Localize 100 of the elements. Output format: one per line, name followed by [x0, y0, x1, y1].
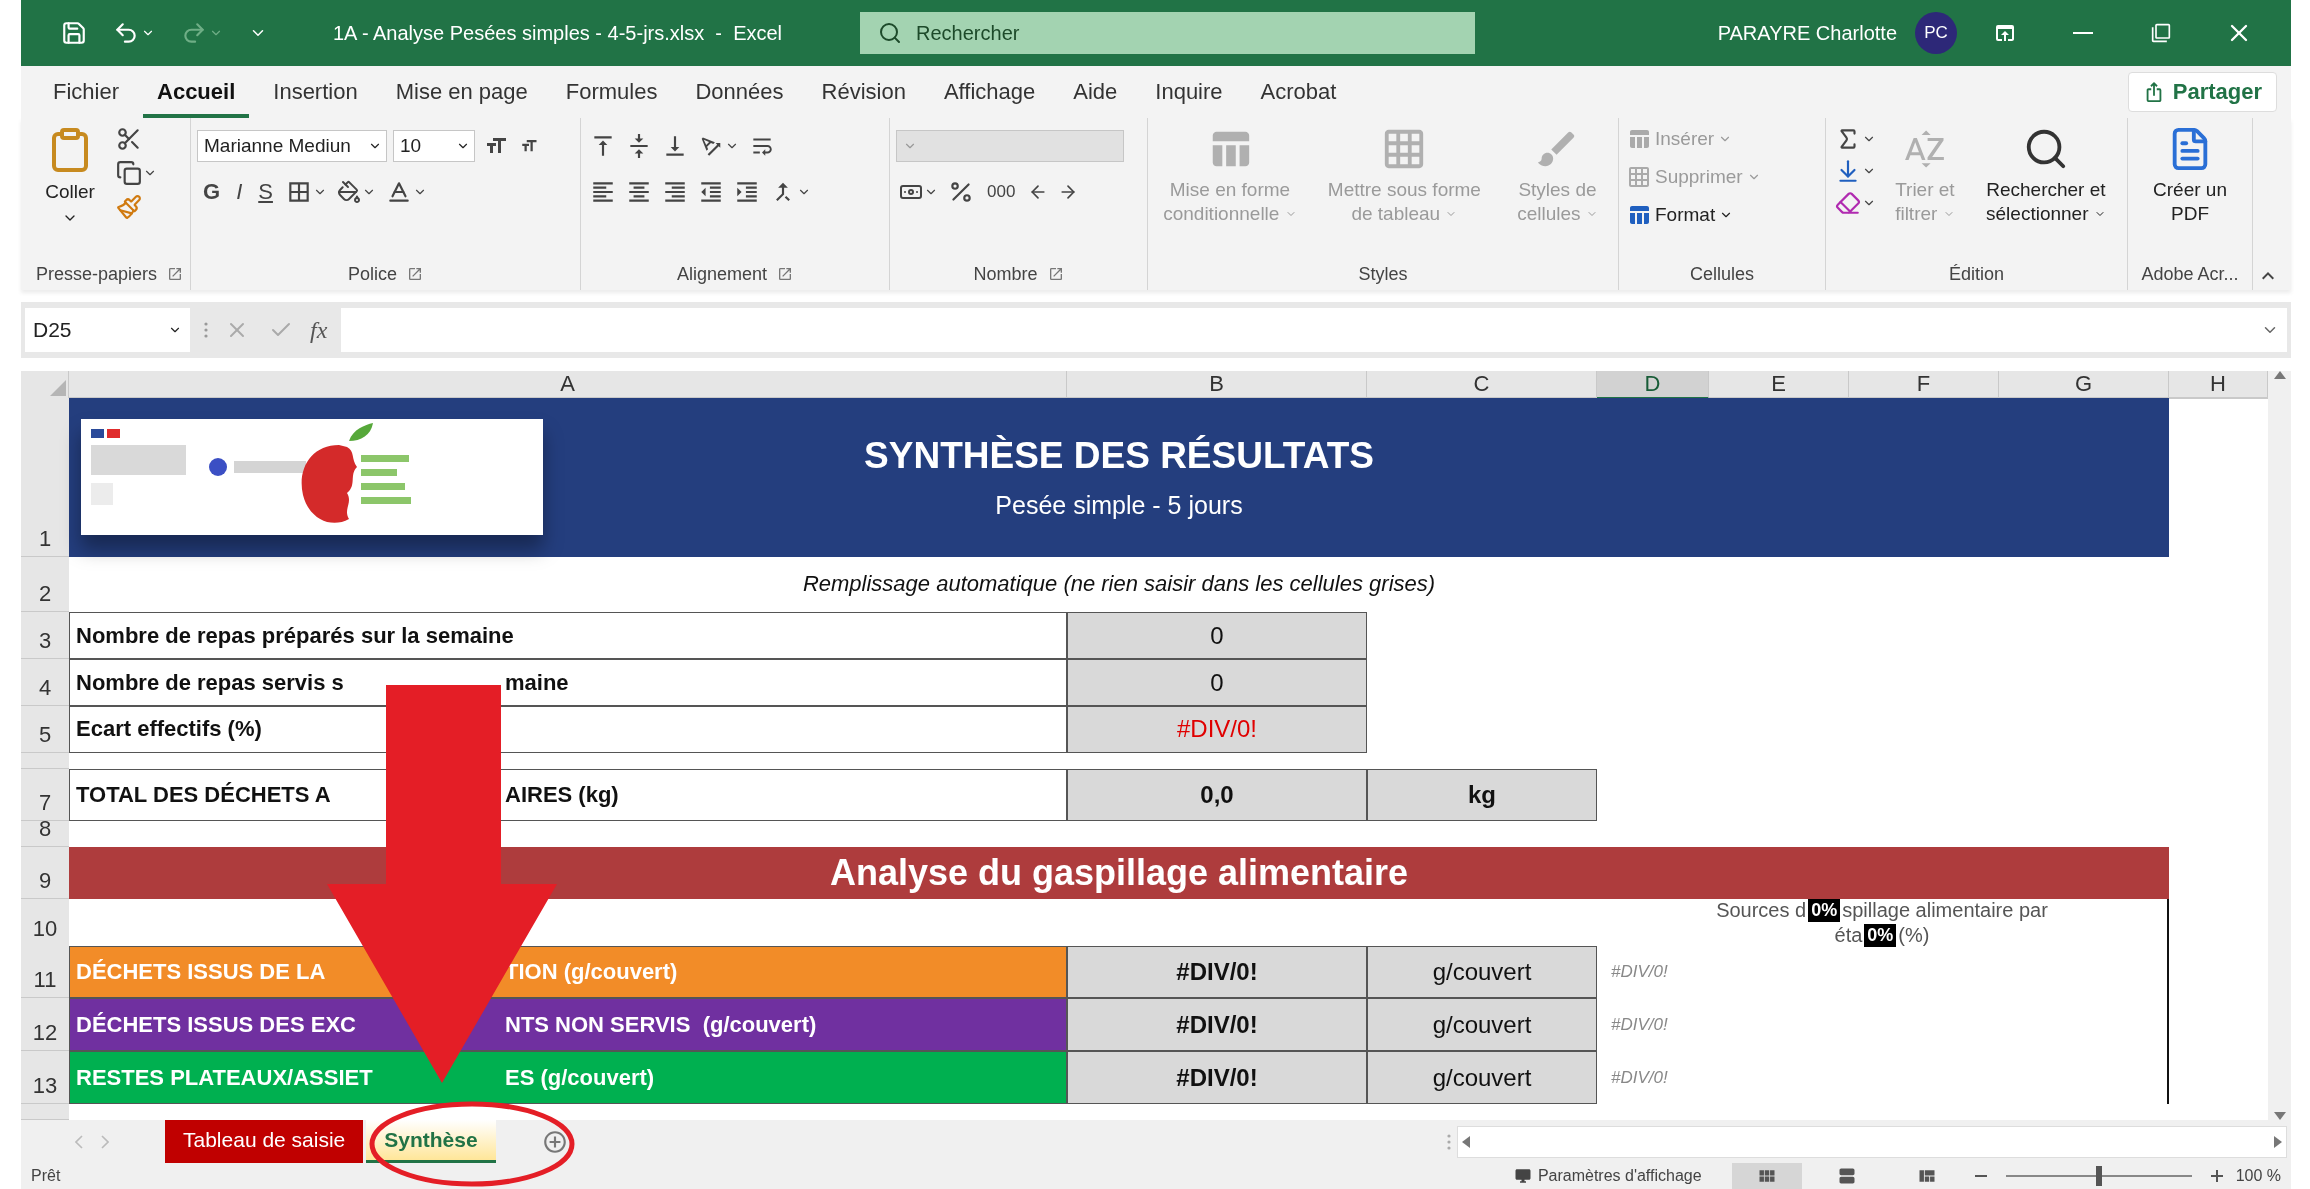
paste-button[interactable]: Coller [35, 124, 105, 228]
sheet-tab[interactable]: Synthèse [366, 1120, 496, 1163]
status-text: Prêt [31, 1167, 61, 1185]
view-button[interactable] [1731, 1163, 1802, 1189]
value-cell: #DIV/0! [1067, 945, 1367, 999]
zoom-thumb[interactable] [2095, 1166, 2102, 1186]
row-header[interactable]: 9 [21, 846, 69, 899]
value-cell: 0 [1067, 659, 1367, 707]
select-all-icon [50, 380, 66, 396]
sheet-tab[interactable]: Tableau de saisie [165, 1120, 364, 1163]
row-header[interactable]: 3 [21, 612, 69, 660]
group-label: Nombre [973, 263, 1038, 285]
insert-function-button[interactable]: fx [310, 316, 328, 344]
group-label: Alignement [676, 263, 768, 285]
ribbon-tab[interactable]: Données [681, 66, 798, 118]
row-header[interactable]: 8 [21, 820, 69, 847]
underline-button[interactable]: S [252, 177, 279, 207]
save-icon [61, 20, 87, 46]
display-settings-button[interactable]: Paramètres d'affichage [1513, 1167, 1722, 1185]
share-value: #DIV/0! [1611, 962, 1668, 982]
data-label: 0% [1864, 923, 1897, 947]
window-title: 1A - Analyse Pesées simples - 4-5-jrs.xlsx - Excel [333, 21, 783, 45]
report-title: SYNTHÈSE DES RÉSULTATS [864, 434, 1374, 477]
row-header[interactable]: 10 [21, 898, 69, 947]
column-header[interactable]: C [1367, 371, 1597, 399]
value-cell: 0,0 [1067, 768, 1367, 821]
share-value: #DIV/0! [1611, 1067, 1668, 1088]
ribbon-tab[interactable]: Inquire [1141, 66, 1237, 118]
thousands-button[interactable]: 000 [981, 180, 1022, 204]
row-header[interactable]: 2 [21, 556, 69, 613]
format-cells-icon [1627, 203, 1651, 227]
ribbon-tab[interactable]: Fichier [39, 66, 133, 118]
find-select-button[interactable]: Rechercher et sélectionner [1970, 124, 2121, 228]
row-header[interactable]: 4 [21, 659, 69, 707]
row-header[interactable]: 7 [21, 768, 69, 821]
label-cell: DÉCHETS ISSUS DES EXC NTS NON SERVIS (g/couvert) [69, 998, 1067, 1052]
number-format-field[interactable] [896, 130, 1124, 162]
column-header[interactable]: H [2169, 371, 2268, 399]
share-button[interactable]: Partager [2127, 72, 2277, 112]
drag-handle-icon [204, 322, 208, 338]
ribbon-tab[interactable]: Mise en page [381, 66, 542, 118]
ribbon-tab[interactable]: Insertion [259, 66, 372, 118]
ribbon-tab[interactable]: Affichage [929, 66, 1050, 118]
name-box[interactable]: D25 [25, 308, 190, 352]
report-subtitle: Pesée simple - 5 jours [995, 490, 1243, 520]
column-header[interactable]: E [1709, 371, 1849, 399]
font-size-field[interactable]: 10 [393, 130, 475, 162]
ribbon-tab[interactable]: Acrobat [1246, 66, 1351, 118]
chart-title: (%) [1898, 923, 1930, 947]
search-field[interactable]: Rechercher [860, 12, 1476, 54]
column-header[interactable]: A [69, 371, 1067, 399]
bold-button[interactable]: G [197, 177, 227, 207]
paintbrush-icon [116, 194, 142, 220]
group-label: Édition [1948, 263, 2004, 285]
indent-icon [734, 179, 760, 205]
paint-bucket-icon [336, 180, 361, 204]
label-cell: RESTES PLATEAUX/ASSIET ES (g/couvert) [69, 1051, 1067, 1105]
ribbon-tab[interactable]: Formules [551, 66, 672, 118]
row-header[interactable]: 12 [21, 998, 69, 1052]
label-cell: Nombre de repas servis s maine [69, 659, 1067, 707]
value-cell: #DIV/0! [1067, 706, 1367, 753]
scissors-icon [116, 126, 142, 152]
value-cell: 0 [1067, 612, 1367, 660]
value-cell: #DIV/0! [1067, 998, 1367, 1052]
user-name: PARAYRE Charlotte [1717, 21, 1897, 45]
launcher-icon [1047, 266, 1064, 282]
chart-title: éta [1834, 923, 1863, 947]
percent-icon [948, 179, 974, 205]
group-label: Adobe Acr... [2141, 263, 2239, 285]
vertical-scrollbar[interactable] [2268, 371, 2291, 1120]
unit-cell: g/couvert [1367, 1051, 1597, 1105]
create-pdf-button[interactable]: Créer un PDF [2145, 124, 2235, 228]
ribbon-tab[interactable]: Révision [807, 66, 920, 118]
scroll-left-icon [1462, 1135, 1470, 1148]
cells-button[interactable]: Format [1625, 200, 1763, 230]
column-header[interactable]: G [1999, 371, 2169, 399]
formula-input[interactable] [341, 308, 2287, 352]
monitor-icon [1513, 1167, 1532, 1185]
outdent-icon [698, 179, 724, 205]
row-header[interactable]: 13 [21, 1051, 69, 1105]
group-label: Styles [1358, 263, 1408, 285]
page-view-icon [1836, 1166, 1857, 1186]
column-header[interactable]: F [1849, 371, 1999, 399]
row-header[interactable]: 5 [21, 706, 69, 753]
group-label: Presse-papiers [35, 263, 158, 285]
horizontal-scrollbar[interactable] [1457, 1125, 2287, 1158]
row-header[interactable]: 1 [21, 398, 69, 557]
redo-icon [181, 20, 207, 46]
row-header[interactable]: 11 [21, 945, 69, 999]
column-header[interactable]: D [1597, 371, 1709, 399]
column-header[interactable]: B [1067, 371, 1367, 399]
launcher-icon [167, 266, 184, 282]
minus-icon [1974, 1175, 1987, 1177]
chart-title: spillage alimentaire par [1842, 898, 2048, 922]
font-name-field[interactable]: Marianne Mediun [197, 130, 387, 162]
chart-title: Sources d [1716, 898, 1807, 922]
ribbon-tab[interactable]: Aide [1059, 66, 1132, 118]
user-avatar[interactable]: PC [1915, 12, 1957, 54]
instruction-note: Remplissage automatique (ne rien saisir dans les cellules grises) [802, 571, 1436, 598]
italic-button[interactable]: I [230, 177, 249, 207]
